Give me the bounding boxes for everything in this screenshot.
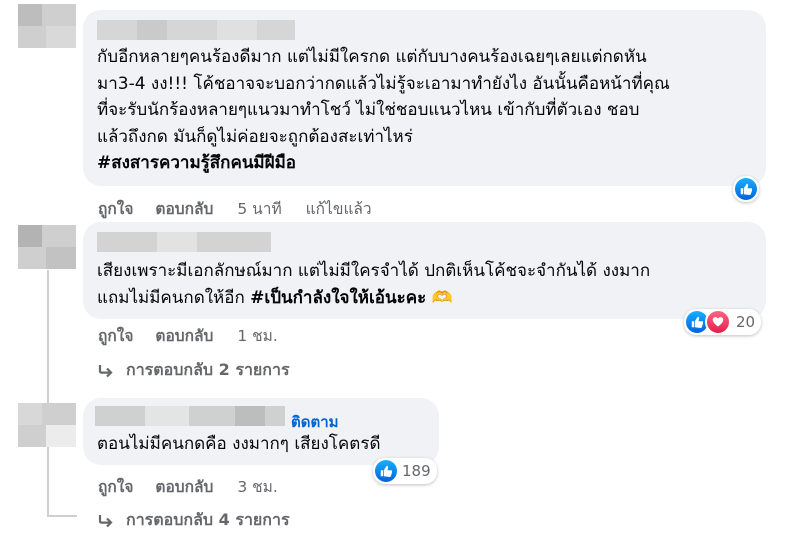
- hashtag-link[interactable]: #เป็นกำลังใจให้เอ้นะคะ: [250, 288, 426, 308]
- timestamp[interactable]: 5 นาที: [237, 196, 281, 221]
- view-replies-button[interactable]: การตอบกลับ 2 รายการ: [98, 358, 290, 383]
- hashtag-link[interactable]: #สงสารความรู้สึกคนมีฝีมือ: [97, 150, 296, 177]
- thread-line: [47, 515, 77, 517]
- commenter-name[interactable]: [97, 232, 271, 252]
- reply-arrow-icon: [98, 364, 113, 377]
- reaction-count: 20: [736, 313, 756, 331]
- reply-arrow-icon: [98, 514, 113, 527]
- like-button[interactable]: ถูกใจ: [98, 323, 133, 348]
- thread-line: [47, 270, 49, 515]
- like-button[interactable]: ถูกใจ: [98, 474, 133, 499]
- like-button[interactable]: ถูกใจ: [98, 196, 133, 221]
- commenter-name[interactable]: [95, 406, 285, 426]
- comment-actions: ถูกใจ ตอบกลับ 5 นาที แก้ไขแล้ว: [98, 196, 372, 221]
- reaction-count: 189: [402, 462, 431, 480]
- commenter-name[interactable]: [97, 20, 295, 40]
- like-icon: [375, 460, 397, 482]
- reaction-summary[interactable]: [733, 176, 759, 202]
- timestamp[interactable]: 1 ชม.: [237, 323, 277, 348]
- comment-text: เสียงเพราะมีเอกลักษณ์มาก แต่ไม่มีใครจำได…: [97, 261, 651, 308]
- love-icon: [705, 309, 731, 335]
- timestamp[interactable]: 3 ชม.: [237, 474, 277, 499]
- avatar[interactable]: [18, 403, 76, 447]
- comment-bubble: ติดตาม ตอนไม่มีคนกดคือ งงมากๆ เสียงโคตรด…: [83, 398, 439, 465]
- edited-label: แก้ไขแล้ว: [305, 200, 372, 218]
- comment-text: ตอนไม่มีคนกดคือ งงมากๆ เสียงโคตรดี: [97, 434, 381, 454]
- comment-bubble: เสียงเพราะมีเอกลักษณ์มาก แต่ไม่มีใครจำได…: [83, 222, 766, 319]
- reaction-summary[interactable]: 20: [684, 309, 762, 335]
- emoji: 🫶: [431, 287, 453, 308]
- reply-button[interactable]: ตอบกลับ: [155, 196, 213, 221]
- comment-bubble: กับอีกหลายๆคนร้องดีมาก แต่ไม่มีใครกด แต่…: [83, 10, 766, 186]
- comment-text: กับอีกหลายๆคนร้องดีมาก แต่ไม่มีใครกด แต่…: [97, 47, 670, 147]
- view-replies-button[interactable]: การตอบกลับ 4 รายการ: [98, 508, 290, 533]
- comment-actions: ถูกใจ ตอบกลับ 3 ชม.: [98, 474, 278, 499]
- avatar[interactable]: [18, 4, 76, 48]
- replies-label: การตอบกลับ 2 รายการ: [126, 360, 290, 379]
- reply-button[interactable]: ตอบกลับ: [155, 474, 213, 499]
- like-icon: [735, 178, 757, 200]
- comment-actions: ถูกใจ ตอบกลับ 1 ชม.: [98, 323, 278, 348]
- reaction-summary[interactable]: 189: [373, 458, 437, 484]
- reply-button[interactable]: ตอบกลับ: [155, 323, 213, 348]
- avatar[interactable]: [18, 225, 76, 269]
- replies-label: การตอบกลับ 4 รายการ: [126, 510, 290, 529]
